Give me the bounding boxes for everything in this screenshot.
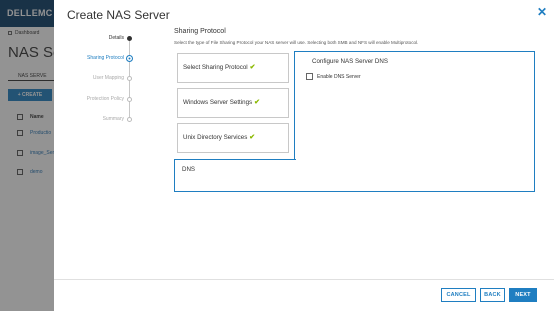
dialog-title: Create NAS Server xyxy=(67,8,170,22)
check-icon: ✔ xyxy=(254,99,260,106)
step-protection-policy[interactable]: Protection Policy xyxy=(54,95,139,105)
option-unix-directory-services[interactable]: Unix Directory Services ✔ xyxy=(177,123,289,153)
option-label-text: Select Sharing Protocol xyxy=(183,64,248,71)
check-icon: ✔ xyxy=(249,134,256,141)
option-label-text: Unix Directory Services xyxy=(183,134,248,141)
step-pending-dot-icon xyxy=(127,76,132,81)
back-button[interactable]: BACK xyxy=(480,288,505,302)
step-pending-dot-icon xyxy=(127,97,132,102)
dns-panel-title: Configure NAS Server DNS xyxy=(312,58,388,65)
enable-dns-checkbox[interactable] xyxy=(306,73,313,80)
step-details[interactable]: Details xyxy=(54,34,139,44)
create-nas-server-dialog: Create NAS Server ✕ Details Sharing Prot… xyxy=(54,0,554,311)
option-label: Windows Server Settings ✔ xyxy=(183,98,260,106)
next-button[interactable]: NEXT xyxy=(509,288,537,302)
footer-divider xyxy=(54,279,554,280)
step-label: Protection Policy xyxy=(86,96,124,102)
step-pending-dot-icon xyxy=(127,117,132,122)
option-windows-server-settings[interactable]: Windows Server Settings ✔ xyxy=(177,88,289,118)
step-current-dot-icon xyxy=(126,55,133,62)
close-icon[interactable]: ✕ xyxy=(536,6,548,18)
section-description: Select the type of File Sharing Protocol… xyxy=(174,40,419,45)
step-label: User Mapping xyxy=(92,75,124,81)
step-label: Details xyxy=(108,35,124,41)
check-icon: ✔ xyxy=(249,64,256,71)
panel-connector-line xyxy=(294,51,295,159)
option-label: Select Sharing Protocol ✔ xyxy=(183,63,256,71)
option-label: DNS xyxy=(182,166,196,173)
option-dns[interactable]: DNS xyxy=(174,159,296,192)
step-label: Summary xyxy=(102,116,124,122)
step-label: Sharing Protocol xyxy=(87,55,124,61)
option-select-sharing-protocol[interactable]: Select Sharing Protocol ✔ xyxy=(177,53,289,83)
step-complete-dot-icon xyxy=(127,36,132,41)
cancel-button[interactable]: CANCEL xyxy=(441,288,476,302)
step-summary[interactable]: Summary xyxy=(54,115,139,125)
option-label: Unix Directory Services ✔ xyxy=(183,133,255,141)
enable-dns-label: Enable DNS Server xyxy=(317,73,361,80)
step-user-mapping[interactable]: User Mapping xyxy=(54,74,139,84)
option-label-text: Windows Server Settings xyxy=(183,99,253,106)
step-sharing-protocol[interactable]: Sharing Protocol xyxy=(54,54,139,64)
section-title: Sharing Protocol xyxy=(174,28,226,35)
wizard-steps: Details Sharing Protocol User Mapping Pr… xyxy=(54,32,139,132)
panel-connector-gap xyxy=(294,160,296,191)
enable-dns-server-checkbox-row[interactable]: Enable DNS Server xyxy=(306,73,361,80)
